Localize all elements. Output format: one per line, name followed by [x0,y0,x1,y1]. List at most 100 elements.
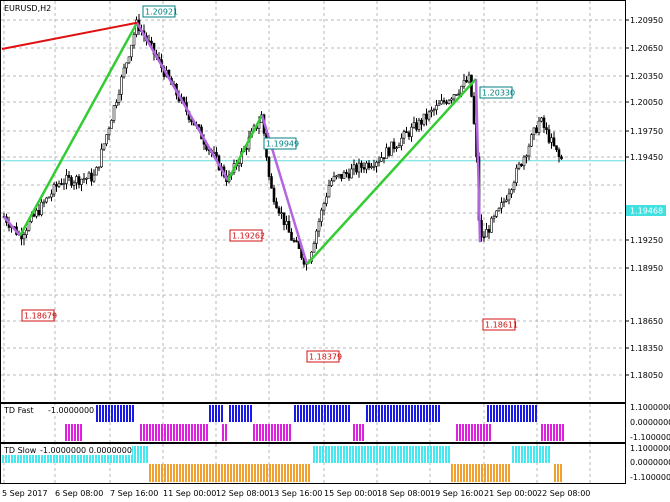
time-tick: 11 Sep 00:00 [163,489,216,498]
candle-body [462,79,466,87]
time-tick: 15 Sep 00:00 [324,489,377,498]
td-fast-up-bar [238,405,240,422]
candle-body [80,178,83,185]
td-slow-up-bar [445,446,447,463]
price-pane[interactable]: 1.20921 1.18679 1.19262 1.19949 1.18379 … [0,0,626,403]
time-axis[interactable]: 5 Sep 2017 6 Sep 08:00 7 Sep 16:00 11 Se… [2,489,590,498]
td-fast-axis-tick: -1.1000000 [630,433,670,442]
td-slow-down-bar [266,464,268,482]
candle-body [120,76,123,95]
td-fast-up-bar [508,405,510,422]
candle-body [370,166,373,168]
low-tag-4-text: 1.18611 [485,321,518,330]
candle-body [35,209,38,217]
td-slow-up-bar [376,446,378,463]
high-tag-2: 1.19949 [263,137,299,150]
td-slow-up-bar [391,446,393,463]
price-axis[interactable]: 1.20950 1.20650 1.20350 1.20050 1.19750 … [625,16,666,380]
td-slow-down-bar [203,464,205,482]
td-slow-up-bar [533,446,535,463]
td-slow-down-bar [269,464,271,482]
td-fast-up-bar [526,405,528,422]
td-fast-up-bar [493,405,495,422]
td-slow-down-bar [302,464,304,482]
td-fast-down-bar [158,424,160,441]
td-slow-down-bar [305,464,307,482]
td-slow-down-bar [460,464,462,482]
candle-body [287,221,291,233]
candle-body [87,172,91,179]
candle-body [430,110,433,113]
td-fast-down-bar [265,424,267,441]
candle-body [557,149,561,158]
td-fast-down-bar [206,424,208,441]
td-slow-up-bar [388,446,390,463]
td-fast-down-bar [289,424,291,441]
candle-body [22,234,26,240]
td-slow-pane[interactable]: TD Slow -1.0000000 0.0000000 1.1000000 0… [0,443,670,484]
candle-body [465,79,468,83]
candle-body [75,176,78,184]
td-fast-up-bar [411,405,413,422]
td-slow-down-bar [197,464,199,482]
candle-body [70,177,73,186]
candle-body [487,229,491,233]
td-slow-up-bar [134,446,136,463]
td-fast-pane[interactable]: TD Fast -1.0000000 1.1000000 0.0000000 -… [0,403,670,443]
td-fast-up-bar [235,405,237,422]
td-slow-down-bar [299,464,301,482]
td-fast-up-bar [532,405,534,422]
td-slow-up-bar [137,446,139,463]
candle-body [342,171,346,179]
td-slow-down-bar [215,464,217,482]
candle-body [380,157,383,162]
candle-body [95,167,98,176]
candle-body [550,137,553,143]
td-fast-up-bar [330,405,332,422]
td-fast-down-bar [483,424,485,441]
td-slow-up-bar [334,446,336,463]
td-fast-up-bar [300,405,302,422]
td-fast-up-bar [396,405,398,422]
td-slow-down-bar [224,464,226,482]
td-slow-down-bar [170,464,172,482]
price-tick: 1.18350 [630,344,663,353]
td-fast-up-bar [369,405,371,422]
td-fast-up-bar [327,405,329,422]
td-slow-up-bar [146,446,148,463]
candle-body [340,173,343,179]
td-slow-down-bar [209,464,211,482]
candle-body [275,201,278,209]
td-slow-down-bar [457,464,459,482]
candle-body [60,183,63,185]
candle-body [472,96,476,124]
td-fast-down-bar [179,424,181,441]
candle-body [312,243,316,253]
td-fast-down-bar [359,424,361,441]
td-slow-up-bar [394,446,396,463]
candle-body [25,230,28,235]
candle-body [547,129,551,143]
td-fast-down-bar [262,424,264,441]
td-slow-up-bar [143,446,145,463]
td-fast-up-bar [294,405,296,422]
candle-body [407,132,411,137]
td-fast-down-bar [274,424,276,441]
td-fast-up-bar [381,405,383,422]
td-fast-up-bar [348,405,350,422]
td-slow-down-bar [257,464,259,482]
candle-body [397,145,401,148]
candle-body [440,100,443,105]
td-fast-axis-tick: 1.1000000 [630,403,670,412]
low-tag-1-text: 1.18679 [24,312,57,321]
td-slow-up-bar [340,446,342,463]
td-slow-down-bar [218,464,220,482]
td-slow-down-bar [263,464,265,482]
price-tick: 1.20350 [630,72,663,81]
td-fast-down-bar [280,424,282,441]
candle-body [415,122,418,130]
td-slow-up-bar [343,446,345,463]
td-fast-down-bar [80,424,82,441]
candle-body [115,102,118,106]
candle-body [45,197,48,203]
